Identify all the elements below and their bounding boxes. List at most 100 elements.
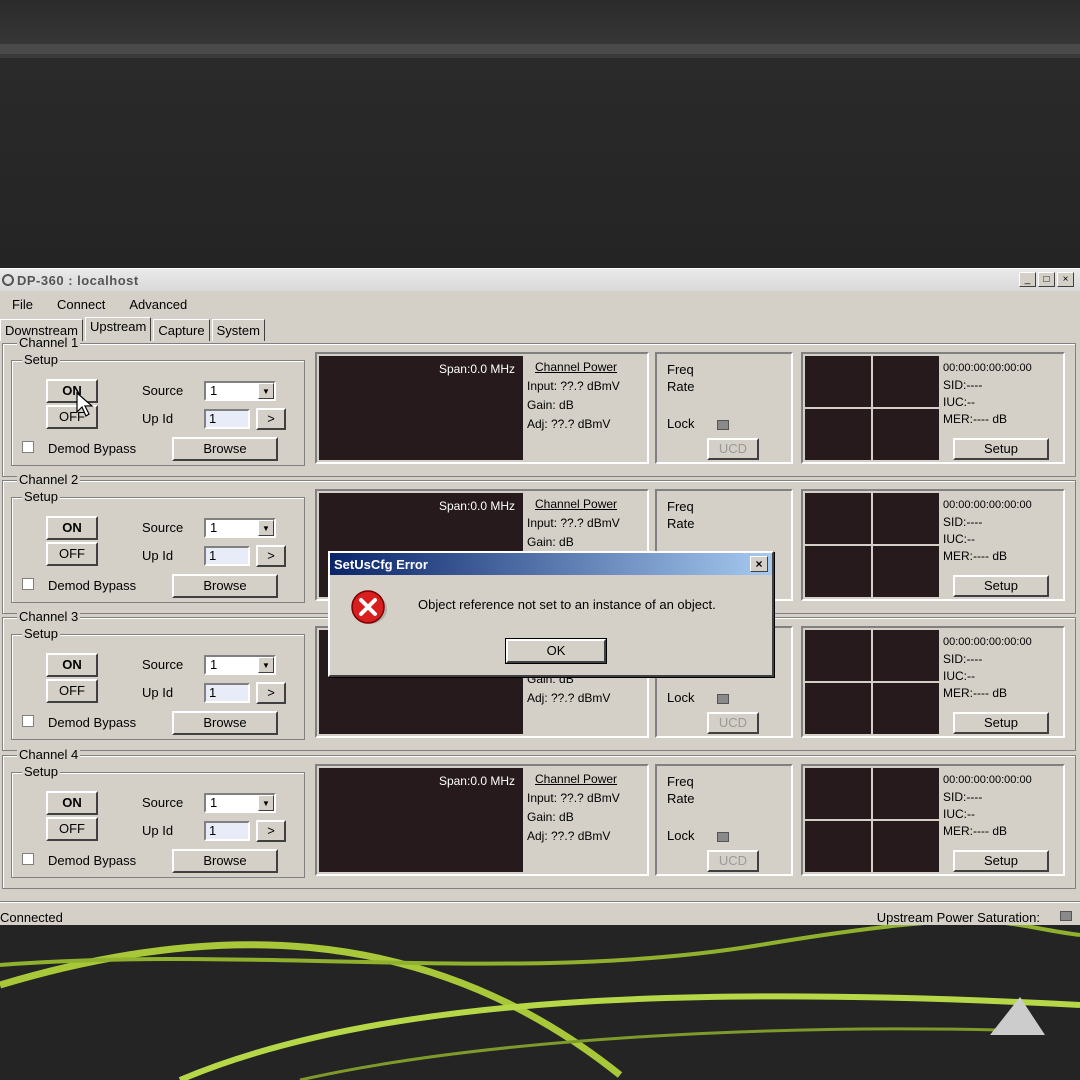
- source-value: 1: [210, 795, 218, 810]
- source-label: Source: [142, 795, 184, 810]
- chevron-down-icon[interactable]: ▼: [258, 657, 274, 673]
- menu-file[interactable]: File: [0, 293, 45, 315]
- ucd-button[interactable]: UCD: [707, 850, 759, 872]
- status-bar: Connected Upstream Power Saturation:: [0, 901, 1080, 927]
- sid-readout: SID:----: [943, 378, 983, 392]
- quadrant-divider: [805, 407, 939, 409]
- up-id-go-button[interactable]: >: [256, 682, 286, 704]
- channel-power-title[interactable]: Channel Power: [527, 358, 620, 377]
- wallpaper-swoosh: [0, 925, 1080, 1080]
- chevron-down-icon[interactable]: ▼: [258, 520, 274, 536]
- sid-readout: SID:----: [943, 790, 983, 804]
- app-icon: [2, 274, 14, 286]
- demod-bypass-checkbox[interactable]: [22, 715, 34, 727]
- up-id-input[interactable]: 1: [204, 546, 250, 566]
- adj-readout: Adj: ??.? dBmV: [527, 829, 611, 843]
- ok-button[interactable]: OK: [505, 638, 607, 664]
- ucd-button[interactable]: UCD: [707, 712, 759, 734]
- source-select[interactable]: 1 ▼: [204, 381, 276, 401]
- mer-readout: MER:---- dB: [943, 686, 1007, 700]
- channel-power-readout: Channel Power Input: ??.? dBmV Gain: dB …: [527, 770, 620, 846]
- up-id-go-button[interactable]: >: [256, 408, 286, 430]
- spectrum-display: Span:0.0 MHz: [319, 356, 523, 460]
- title-bar[interactable]: DP-360 : localhost _ □ ×: [0, 269, 1080, 291]
- setup-button[interactable]: Setup: [953, 438, 1049, 460]
- gain-readout: Gain: dB: [527, 810, 574, 824]
- menu-connect[interactable]: Connect: [45, 293, 117, 315]
- maximize-button[interactable]: □: [1038, 272, 1055, 287]
- channel-power-title[interactable]: Channel Power: [527, 770, 620, 789]
- browse-button[interactable]: Browse: [172, 711, 278, 735]
- on-button[interactable]: ON: [46, 516, 98, 540]
- modem-stats: 00:00:00:00:00:00 SID:---- IUC:-- MER:--…: [943, 497, 1032, 565]
- freq-label: Freq: [667, 774, 694, 789]
- saturation-indicator: [1060, 911, 1072, 921]
- source-value: 1: [210, 520, 218, 535]
- constellation-display: [805, 768, 939, 872]
- source-select[interactable]: 1 ▼: [204, 793, 276, 813]
- off-button[interactable]: OFF: [46, 679, 98, 703]
- up-id-input[interactable]: 1: [204, 821, 250, 841]
- setup-button[interactable]: Setup: [953, 712, 1049, 734]
- source-select[interactable]: 1 ▼: [204, 655, 276, 675]
- input-power: Input: ??.? dBmV: [527, 379, 620, 393]
- lock-label: Lock: [667, 416, 695, 431]
- tab-system[interactable]: System: [211, 319, 265, 341]
- dialog-close-button[interactable]: ×: [750, 556, 768, 572]
- constellation-panel: 00:00:00:00:00:00 SID:---- IUC:-- MER:--…: [801, 489, 1065, 601]
- desktop-background: [0, 58, 1080, 270]
- channel-panel-4: Channel 4 Setup ON OFF Source 1 ▼ Up Id …: [2, 747, 1076, 889]
- browse-button[interactable]: Browse: [172, 437, 278, 461]
- frequency-panel: Freq Rate Lock UCD: [655, 352, 793, 464]
- browse-button[interactable]: Browse: [172, 849, 278, 873]
- source-label: Source: [142, 520, 184, 535]
- quadrant-divider: [805, 819, 939, 821]
- source-select[interactable]: 1 ▼: [204, 518, 276, 538]
- iuc-readout: IUC:--: [943, 807, 975, 821]
- sid-readout: SID:----: [943, 515, 983, 529]
- frequency-panel: Freq Rate Lock UCD: [655, 764, 793, 876]
- up-id-go-button[interactable]: >: [256, 545, 286, 567]
- mac-address: 00:00:00:00:00:00: [943, 636, 1032, 648]
- demod-bypass-checkbox[interactable]: [22, 853, 34, 865]
- up-id-input[interactable]: 1: [204, 409, 250, 429]
- off-button[interactable]: OFF: [46, 542, 98, 566]
- setup-group-label: Setup: [22, 352, 60, 367]
- tab-capture[interactable]: Capture: [153, 319, 210, 341]
- dialog-title: SetUsCfg Error: [334, 557, 428, 572]
- demod-bypass-checkbox[interactable]: [22, 578, 34, 590]
- lock-indicator: [717, 420, 729, 430]
- up-id-label: Up Id: [142, 823, 174, 838]
- up-id-go-button[interactable]: >: [256, 820, 286, 842]
- iuc-readout: IUC:--: [943, 669, 975, 683]
- menu-advanced[interactable]: Advanced: [117, 293, 199, 315]
- close-button[interactable]: ×: [1057, 272, 1074, 287]
- off-button[interactable]: OFF: [46, 817, 98, 841]
- tab-upstream[interactable]: Upstream: [84, 317, 152, 341]
- setup-button[interactable]: Setup: [953, 850, 1049, 872]
- mac-address: 00:00:00:00:00:00: [943, 499, 1032, 511]
- modem-stats: 00:00:00:00:00:00 SID:---- IUC:-- MER:--…: [943, 360, 1032, 428]
- channel-power-readout: Channel Power Input: ??.? dBmV Gain: dB …: [527, 358, 620, 434]
- chevron-down-icon[interactable]: ▼: [258, 383, 274, 399]
- setup-button[interactable]: Setup: [953, 575, 1049, 597]
- demod-bypass-checkbox[interactable]: [22, 441, 34, 453]
- dialog-title-bar[interactable]: SetUsCfg Error ×: [330, 553, 772, 575]
- setup-group: Setup ON OFF Source 1 ▼ Up Id 1 > Demod …: [11, 764, 305, 878]
- browse-button[interactable]: Browse: [172, 574, 278, 598]
- ucd-button[interactable]: UCD: [707, 438, 759, 460]
- minimize-button[interactable]: _: [1019, 272, 1036, 287]
- channel-title: Channel 1: [17, 335, 81, 350]
- chevron-down-icon[interactable]: ▼: [258, 795, 274, 811]
- on-button[interactable]: ON: [46, 791, 98, 815]
- constellation-panel: 00:00:00:00:00:00 SID:---- IUC:-- MER:--…: [801, 764, 1065, 876]
- on-button[interactable]: ON: [46, 653, 98, 677]
- spectrum-display: Span:0.0 MHz: [319, 768, 523, 872]
- channel-title: Channel 2: [17, 472, 81, 487]
- setup-group-label: Setup: [22, 764, 60, 779]
- up-id-input[interactable]: 1: [204, 683, 250, 703]
- lock-indicator: [717, 694, 729, 704]
- setup-group: Setup ON OFF Source 1 ▼ Up Id 1 > Demod …: [11, 352, 305, 466]
- input-power: Input: ??.? dBmV: [527, 791, 620, 805]
- channel-power-title[interactable]: Channel Power: [527, 495, 620, 514]
